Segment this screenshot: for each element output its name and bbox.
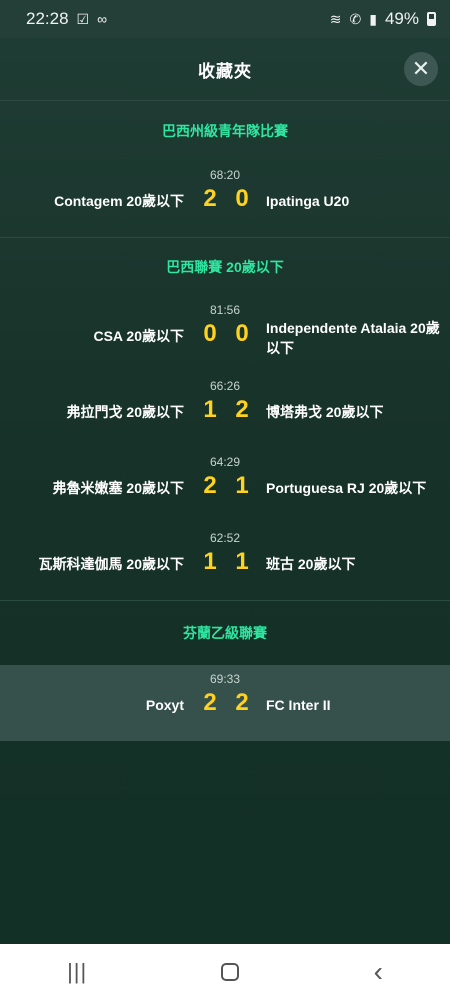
home-team: Poxyt [145,697,184,713]
away-team: FC Inter II [266,697,331,713]
away-team: Portuguesa RJ 20歲以下 [266,480,427,496]
match-row[interactable]: 62:52 瓦斯科達伽馬 20歲以下 1 1 班古 20歲以下 [0,524,450,600]
home-team: 瓦斯科達伽馬 20歲以下 [38,556,184,572]
away-score: 1 [235,548,249,575]
back-icon[interactable]: ‹ [374,958,383,986]
battery-icon [427,12,436,26]
league-title: 巴西州級青年隊比賽 [162,123,288,139]
sks-icon: ∞ [97,11,108,27]
header: 收藏夾 ✕ [0,38,450,101]
match-score: 0 0 [200,320,252,348]
home-icon[interactable] [221,963,240,981]
home-team: 弗拉門戈 20歲以下 [66,404,184,420]
status-time: 22:28 [26,9,69,28]
away-score: 0 [235,185,249,212]
match-time: 81:56 [209,303,241,317]
wifi-icon: ≋ [329,11,342,27]
close-button[interactable]: ✕ [404,52,438,86]
battery-percent: 49% [384,9,419,28]
home-score: 1 [203,396,217,423]
home-score: 1 [203,548,217,575]
system-nav-bar: ||| ‹ [0,944,450,1000]
call-icon: ✆ [349,11,362,27]
away-team: Independente Atalaia 20歲以下 [266,320,440,356]
match-score: 1 2 [200,396,252,424]
checkbox-icon: ☑ [76,11,90,27]
home-score: 2 [203,689,217,716]
match-time: 69:33 [209,672,241,686]
home-score: 0 [203,320,217,347]
match-row[interactable]: 66:26 弗拉門戈 20歲以下 1 2 博塔弗戈 20歲以下 [0,372,450,448]
status-left: 22:28 ☑ ∞ [26,9,107,29]
away-score: 1 [235,472,249,499]
home-score: 2 [203,185,217,212]
page-title: 收藏夾 [198,61,252,81]
match-row[interactable]: 64:29 弗魯米嫩塞 20歲以下 2 1 Portuguesa RJ 20歲以… [0,448,450,524]
status-right: ≋ ✆ ▮ 49% [330,9,436,29]
match-row[interactable]: 81:56 CSA 20歲以下 0 0 Independente Atalaia… [0,296,450,372]
match-time: 62:52 [209,531,241,545]
match-time: 68:20 [209,168,241,182]
match-score: 2 1 [200,472,252,500]
recents-icon[interactable]: ||| [67,959,87,985]
away-score: 0 [235,320,249,347]
favorites-screen: 收藏夾 ✕ 巴西州級青年隊比賽 68:20 Contagem 20歲以下 2 0… [0,38,450,944]
league-title: 芬蘭乙級聯賽 [183,625,267,641]
match-score: 1 1 [200,548,252,576]
away-score: 2 [235,396,249,423]
match-score: 2 0 [200,185,252,213]
status-bar: 22:28 ☑ ∞ ≋ ✆ ▮ 49% [0,0,450,38]
match-score: 2 2 [200,689,252,717]
home-team: 弗魯米嫩塞 20歲以下 [52,480,184,496]
match-time: 66:26 [209,379,241,393]
away-score: 2 [235,689,249,716]
away-team: 博塔弗戈 20歲以下 [266,404,384,420]
away-team: 班古 20歲以下 [266,556,356,572]
home-score: 2 [203,472,217,499]
home-team: CSA 20歲以下 [93,328,184,344]
close-icon: ✕ [411,56,431,81]
match-time: 64:29 [209,455,241,469]
away-team: Ipatinga U20 [266,193,350,209]
match-row[interactable]: 68:20 Contagem 20歲以下 2 0 Ipatinga U20 [0,161,450,237]
match-row[interactable]: 69:33 Poxyt 2 2 FC Inter II [0,665,450,741]
signal-icon: ▮ [369,11,377,27]
league-title: 巴西聯賽 20歲以下 [166,259,284,275]
home-team: Contagem 20歲以下 [54,193,184,209]
